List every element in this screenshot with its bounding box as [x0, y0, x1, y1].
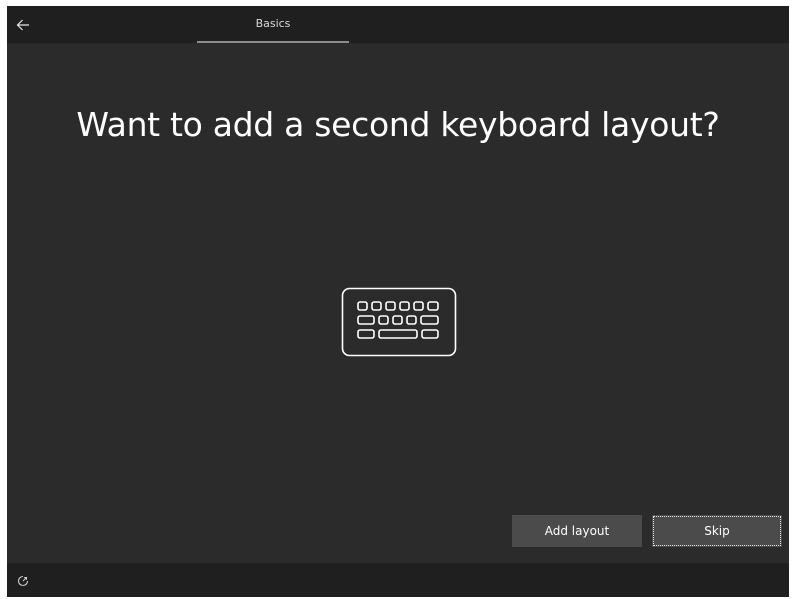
- accessibility-button[interactable]: [13, 571, 33, 591]
- top-bar: Basics: [7, 6, 789, 43]
- tab-basics[interactable]: Basics: [197, 6, 349, 43]
- ease-of-access-icon: [17, 575, 29, 587]
- tab-basics-label: Basics: [255, 17, 291, 30]
- page-title: Want to add a second keyboard layout?: [76, 105, 720, 144]
- bottom-bar: [7, 563, 789, 597]
- back-button[interactable]: [7, 6, 39, 43]
- main-content: Want to add a second keyboard layout? Ad…: [7, 43, 789, 563]
- skip-button[interactable]: Skip: [652, 515, 782, 547]
- add-layout-button[interactable]: Add layout: [512, 515, 642, 547]
- arrow-left-icon: [16, 19, 29, 30]
- keyboard-icon: [341, 287, 457, 357]
- oobe-window: Basics Want to add a second keyboard lay…: [7, 6, 789, 597]
